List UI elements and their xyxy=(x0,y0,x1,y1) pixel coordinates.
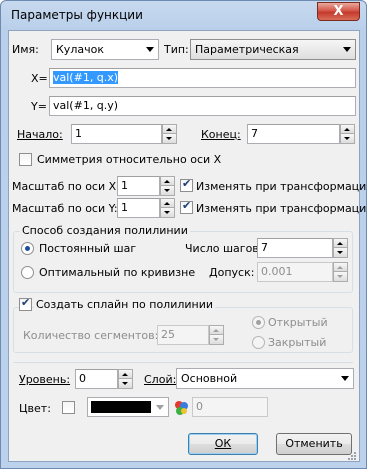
tolerance-label: Допуск: xyxy=(209,266,255,279)
color-swatch xyxy=(91,401,151,413)
symmetry-label: Симметрия относительно оси X xyxy=(37,153,222,166)
scale-y-value: 1 xyxy=(121,201,128,214)
layer-label: Слой: xyxy=(144,373,176,386)
start-value: 1 xyxy=(75,127,82,140)
resize-grip-icon[interactable] xyxy=(347,451,357,461)
const-step-radio[interactable] xyxy=(21,242,34,255)
name-value: Кулачок xyxy=(56,43,104,56)
open-label: Открытый xyxy=(268,316,328,329)
tolerance-spinner[interactable] xyxy=(333,262,348,282)
ok-button[interactable]: ОК xyxy=(188,433,258,455)
chevron-down-icon xyxy=(341,376,349,381)
color-checkbox[interactable] xyxy=(62,401,75,414)
x-label: X= xyxy=(31,72,48,85)
type-combo[interactable]: Параметрическая xyxy=(190,39,356,60)
spline-checkbox[interactable] xyxy=(19,296,32,311)
layer-combo[interactable]: Основной xyxy=(176,368,354,389)
segments-input[interactable]: 25 xyxy=(157,325,209,345)
dialog-body: Имя: Кулачок Тип: Параметрическая X= val… xyxy=(8,30,367,462)
scale-y-label: Масштаб по оси Y: xyxy=(12,202,118,215)
tolerance-value: 0.001 xyxy=(261,265,293,278)
symmetry-checkbox[interactable] xyxy=(19,153,32,166)
closed-radio[interactable] xyxy=(252,336,265,349)
chevron-down-icon xyxy=(156,405,164,410)
const-step-label: Постоянный шаг xyxy=(39,242,137,255)
level-spinner[interactable] xyxy=(118,369,133,389)
scale-x-label: Масштаб по оси X: xyxy=(12,180,120,193)
chevron-down-icon xyxy=(146,47,154,52)
type-label: Тип: xyxy=(164,43,189,56)
segments-label: Количество сегментов: xyxy=(23,329,159,342)
scale-x-transform-label: Изменять при трансформации xyxy=(196,180,367,193)
type-value: Параметрическая xyxy=(195,43,299,56)
ok-button-label: ОК xyxy=(214,437,232,450)
palette-icon[interactable] xyxy=(172,399,190,417)
polyline-group-title: Способ создания полилинии xyxy=(20,224,190,237)
scale-y-input[interactable]: 1 xyxy=(117,198,160,218)
scale-y-spinner[interactable] xyxy=(160,198,175,218)
dialog-window: Параметры функции X Имя: Кулачок Тип: Па… xyxy=(0,0,367,469)
end-value: 7 xyxy=(251,127,258,140)
end-label-text: Конец: xyxy=(201,128,241,141)
level-value: 0 xyxy=(79,372,86,385)
name-label: Имя: xyxy=(12,43,39,56)
scale-x-transform-checkbox[interactable] xyxy=(180,177,193,192)
scale-x-value: 1 xyxy=(121,179,128,192)
spline-group-title: Создать сплайн по полилинии xyxy=(34,298,216,311)
y-expression-value: val(#1, q.y) xyxy=(53,99,119,112)
title-bar[interactable]: Параметры функции X xyxy=(1,1,366,31)
start-spinner[interactable] xyxy=(162,124,177,144)
end-label: Конец: xyxy=(201,128,241,141)
y-expression-input[interactable]: val(#1, q.y) xyxy=(49,96,356,116)
closed-label: Закрытый xyxy=(268,336,327,349)
y-label: Y= xyxy=(31,100,47,113)
scale-x-input[interactable]: 1 xyxy=(117,176,160,196)
optimal-label: Оптимальный по кривизне xyxy=(39,266,196,279)
optimal-radio[interactable] xyxy=(21,266,34,279)
chevron-down-icon xyxy=(343,47,351,52)
steps-value: 7 xyxy=(261,241,268,254)
scale-y-transform-checkbox[interactable] xyxy=(180,199,193,214)
color-label: Цвет: xyxy=(19,402,51,415)
level-input[interactable]: 0 xyxy=(75,369,118,389)
name-combo[interactable]: Кулачок xyxy=(51,39,159,60)
close-button[interactable]: X xyxy=(317,2,360,21)
layer-value: Основной xyxy=(181,372,238,385)
color-combo[interactable] xyxy=(87,397,169,417)
cancel-button[interactable]: Отменить xyxy=(276,433,352,455)
end-input[interactable]: 7 xyxy=(247,124,340,144)
steps-label: Число шагов: xyxy=(185,242,263,255)
scale-x-spinner[interactable] xyxy=(160,176,175,196)
segments-spinner[interactable] xyxy=(209,325,224,345)
steps-spinner[interactable] xyxy=(333,238,348,258)
divider xyxy=(13,362,353,363)
segments-value: 25 xyxy=(161,328,175,341)
layer-label-text: Слой: xyxy=(144,373,177,386)
end-spinner[interactable] xyxy=(340,124,355,144)
x-expression-value: val(#1, q.x) xyxy=(53,71,119,84)
open-radio[interactable] xyxy=(252,316,265,329)
color-index-value: 0 xyxy=(196,400,203,413)
level-label: Уровень: xyxy=(19,373,70,386)
cancel-button-label: Отменить xyxy=(285,437,343,450)
color-index-input[interactable]: 0 xyxy=(192,397,268,417)
x-expression-input[interactable]: val(#1, q.x) xyxy=(49,68,356,88)
scale-y-transform-label: Изменять при трансформации xyxy=(196,202,367,215)
tolerance-input[interactable]: 0.001 xyxy=(257,262,333,282)
start-input[interactable]: 1 xyxy=(71,124,162,144)
window-title: Параметры функции xyxy=(11,8,143,22)
level-label-text: Уровень: xyxy=(19,373,71,386)
steps-input[interactable]: 7 xyxy=(257,238,333,258)
start-label: Начало: xyxy=(17,128,63,141)
start-label-text: Начало: xyxy=(17,128,63,141)
